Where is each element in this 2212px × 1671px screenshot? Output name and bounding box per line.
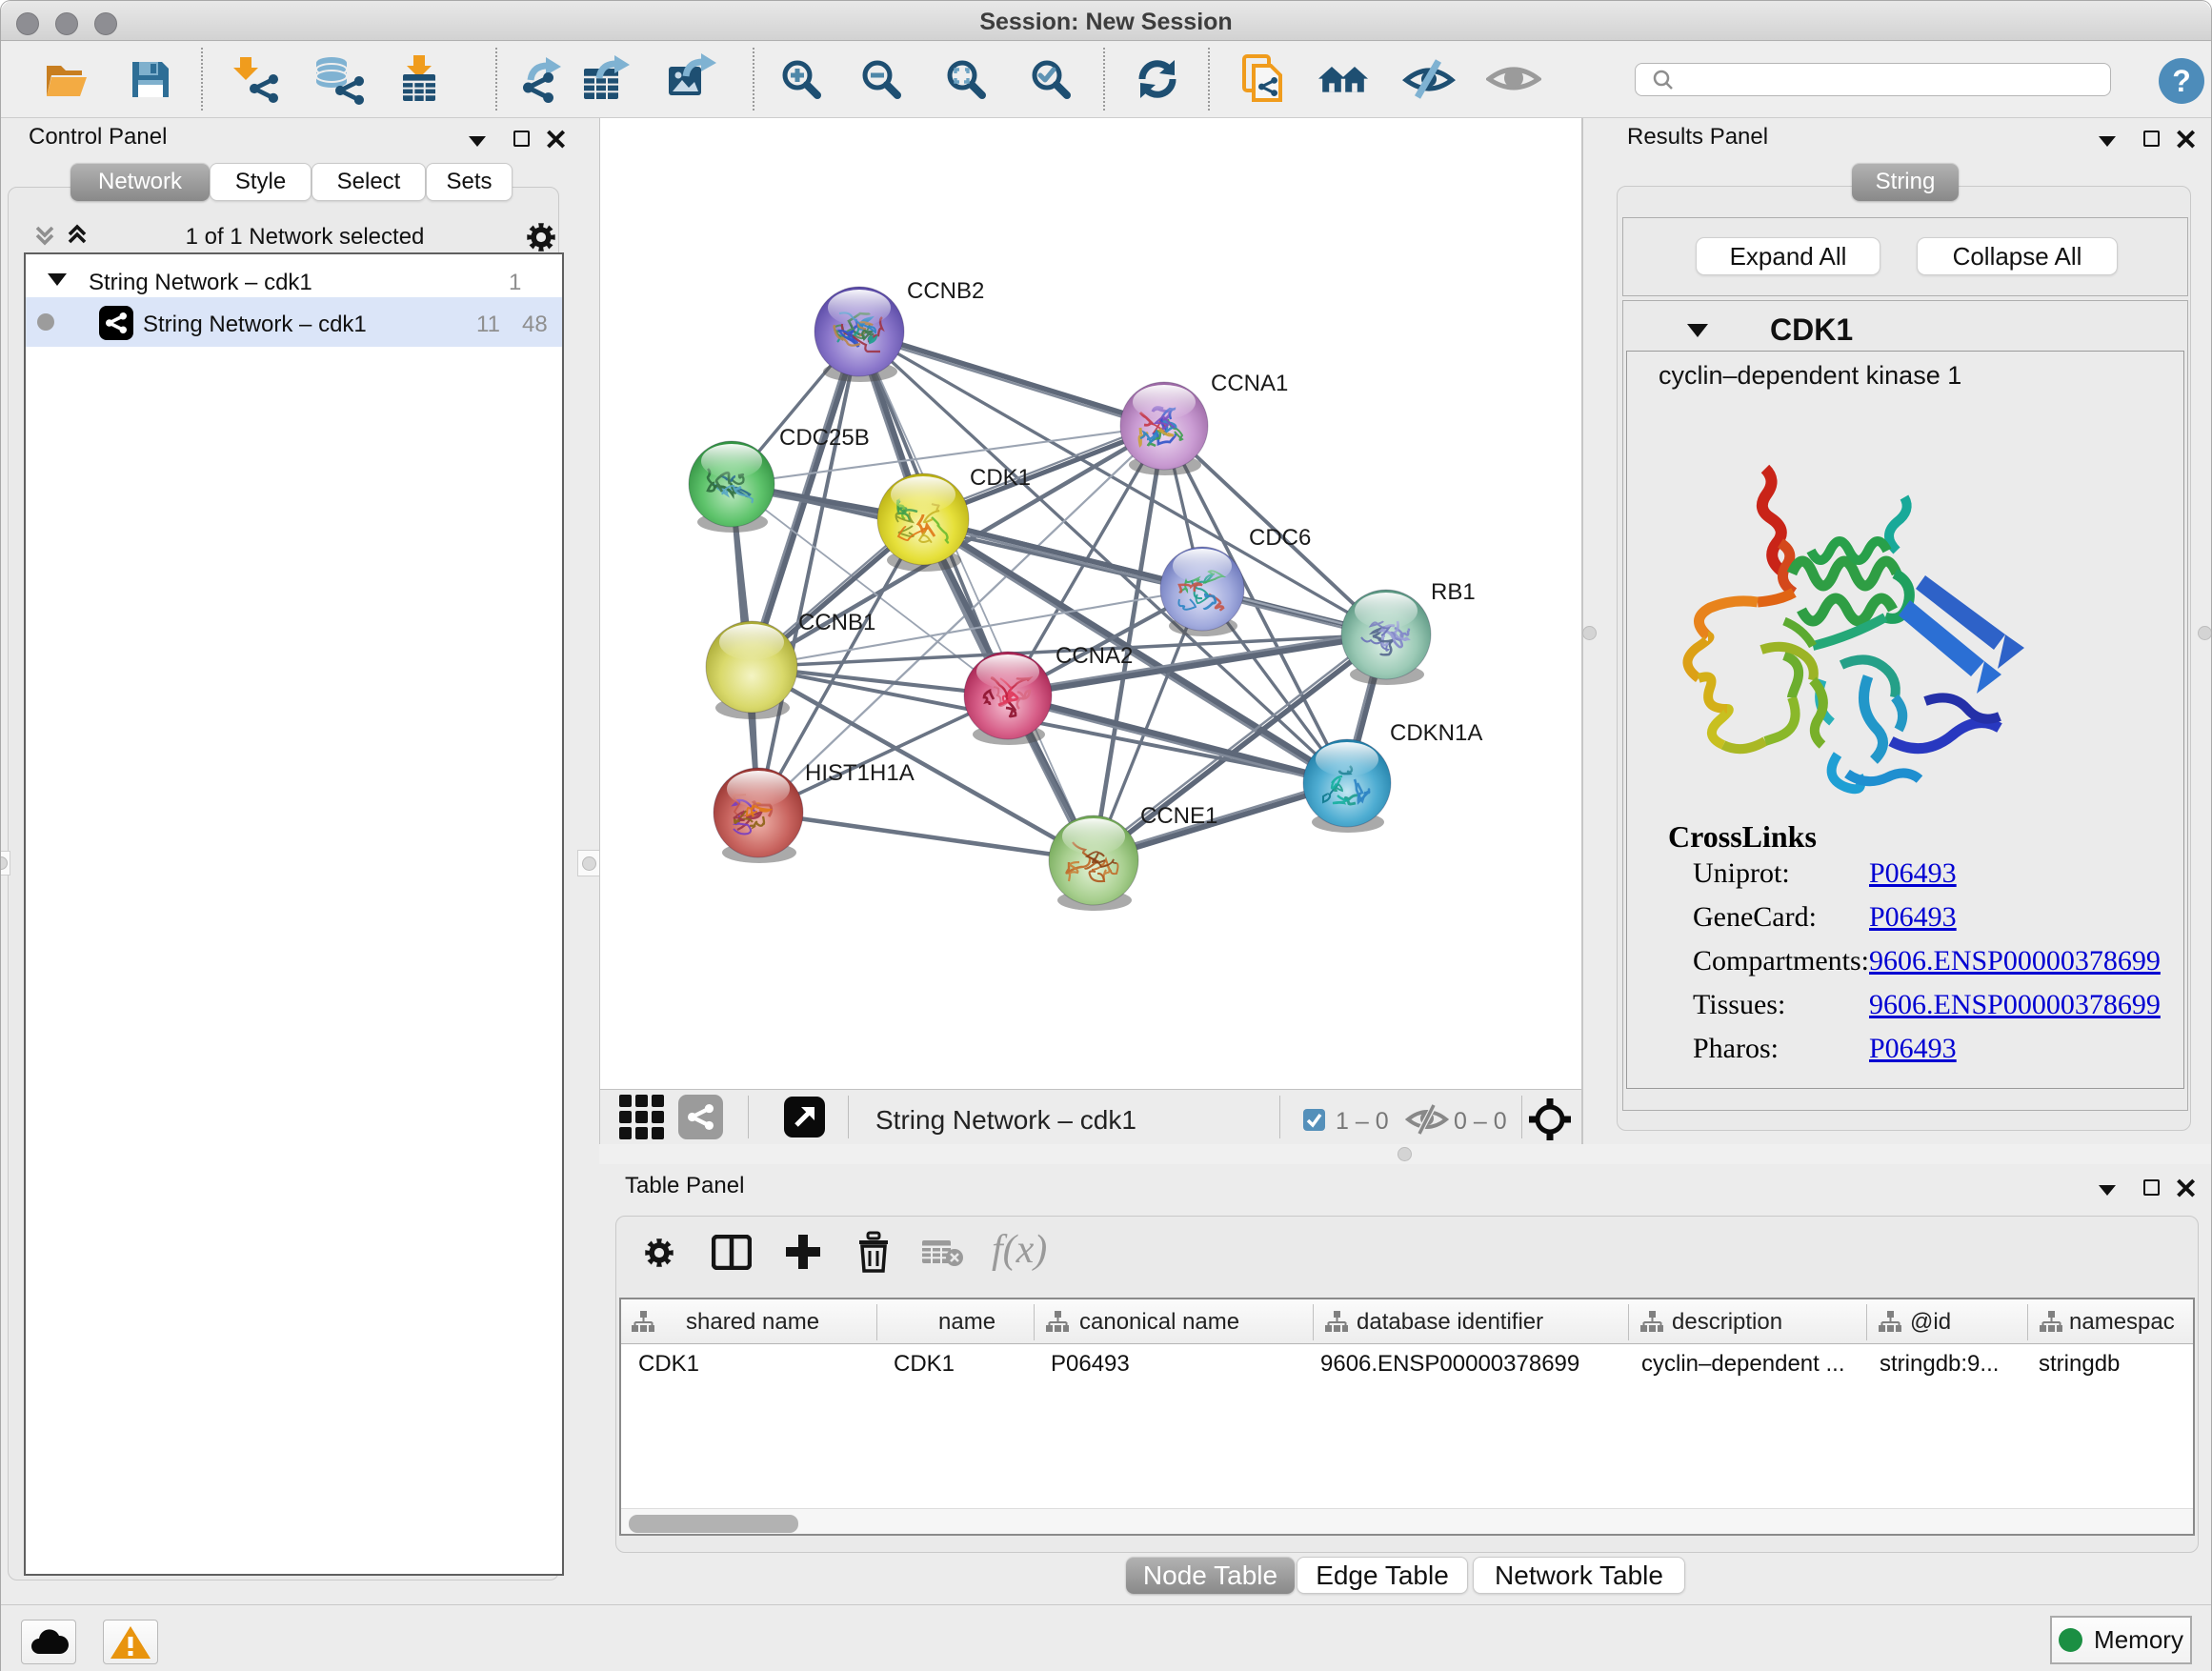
svg-text:CDC6: CDC6 bbox=[1249, 525, 1311, 551]
svg-text:CCNA1: CCNA1 bbox=[1211, 371, 1288, 396]
svg-text:RB1: RB1 bbox=[1431, 579, 1476, 605]
svg-text:CCNA2: CCNA2 bbox=[1056, 643, 1133, 669]
svg-text:HIST1H1A: HIST1H1A bbox=[805, 760, 915, 786]
svg-text:CDKN1A: CDKN1A bbox=[1390, 720, 1482, 746]
svg-text:CCNB1: CCNB1 bbox=[798, 610, 875, 635]
svg-text:CCNE1: CCNE1 bbox=[1140, 803, 1217, 829]
svg-text:CDC25B: CDC25B bbox=[779, 425, 870, 451]
svg-text:CDK1: CDK1 bbox=[970, 465, 1031, 491]
svg-text:CCNB2: CCNB2 bbox=[907, 278, 984, 304]
